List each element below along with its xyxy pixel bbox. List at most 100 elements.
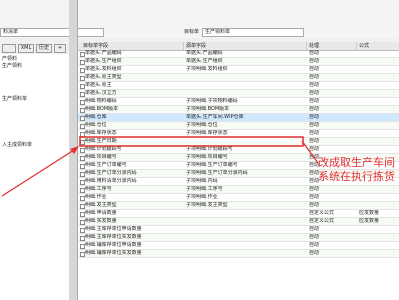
cell-target[interactable]: 明细.实发数量 <box>78 218 184 225</box>
cell-formula[interactable] <box>357 114 399 121</box>
cell-formula[interactable] <box>357 226 399 233</box>
table-row[interactable]: 明细.作业 子项明细.作业 自动 <box>78 194 399 202</box>
cell-source[interactable]: 子项明细.项目编号 <box>184 154 307 161</box>
cell-formula[interactable] <box>357 66 399 73</box>
cell-target[interactable]: 明细.用料清单分录内码 <box>78 178 184 185</box>
cell-formula[interactable] <box>357 58 399 65</box>
cell-formula[interactable] <box>357 50 399 57</box>
cell-formula[interactable] <box>357 74 399 81</box>
cell-target[interactable]: 明细.主库存单位申请数量 <box>78 226 184 233</box>
table-row[interactable]: 明细.辅库存单位实发数量 自动 <box>78 250 399 258</box>
cell-handling[interactable]: 自动 <box>307 146 357 153</box>
cell-formula[interactable] <box>357 202 399 209</box>
table-row[interactable]: 明细.仓位 子项明细.仓位 自动 <box>78 122 399 130</box>
table-row[interactable]: 明细.主库存单位申请数量 自动 <box>78 226 399 234</box>
cell-target[interactable]: 单据头.原主 <box>78 82 184 89</box>
tree-item[interactable]: 入主成领料单 <box>2 142 32 148</box>
table-row[interactable]: 明细.发主类型 子项明细.发主类型 自动 <box>78 202 399 210</box>
cell-source[interactable]: 子项明细.生产订单编号 <box>184 162 307 169</box>
cell-handling[interactable]: 自动 <box>307 74 357 81</box>
cell-formula[interactable] <box>357 234 399 241</box>
cell-formula[interactable] <box>357 90 399 97</box>
cell-source[interactable] <box>184 74 307 81</box>
cell-handling[interactable]: 自动 <box>307 66 357 73</box>
cell-target[interactable]: 明细.物料编码 <box>78 98 184 105</box>
cell-formula[interactable] <box>357 130 399 137</box>
cell-formula[interactable] <box>357 242 399 249</box>
cell-target[interactable]: 明细.库存状态 <box>78 130 184 137</box>
cell-target[interactable]: 明细.工序号 <box>78 186 184 193</box>
cell-source[interactable] <box>184 82 307 89</box>
cell-target[interactable]: 明细.申请数量 <box>78 210 184 217</box>
cell-handling[interactable]: 自定义公式 <box>307 218 357 225</box>
xml-button[interactable]: XML <box>18 44 34 53</box>
table-row[interactable]: 明细.辅库存单位申请数量 自动 <box>78 242 399 250</box>
cell-handling[interactable]: 自动 <box>307 202 357 209</box>
cell-handling[interactable]: 自动 <box>307 138 357 145</box>
cell-formula[interactable] <box>357 82 399 89</box>
cell-source[interactable]: 子项明细.计划跟踪号 <box>184 146 307 153</box>
header-source-field[interactable]: 源单字段 <box>184 42 307 50</box>
cell-source[interactable] <box>184 210 307 217</box>
header-handling[interactable]: 处理 <box>307 42 357 50</box>
cell-target[interactable]: 明细.项目编号 <box>78 154 184 161</box>
target-bill-field[interactable]: 生产领料单 <box>202 28 304 37</box>
splitter[interactable] <box>69 0 78 300</box>
cell-target[interactable]: 明细.发主类型 <box>78 202 184 209</box>
table-row[interactable]: 明细.实发数量 自定义公式 应发数量 <box>78 218 399 226</box>
cell-handling[interactable]: 自动 <box>307 90 357 97</box>
cell-source[interactable]: 单据头.生产组织 <box>184 58 307 65</box>
cell-target[interactable]: 明细.仓位 <box>78 122 184 129</box>
cell-target[interactable]: 明细.辅库存单位申请数量 <box>78 242 184 249</box>
cell-handling[interactable]: 自动 <box>307 242 357 249</box>
cell-formula[interactable]: 应发数量 <box>357 210 399 217</box>
cell-source[interactable] <box>184 90 307 97</box>
table-row[interactable]: 明细.生产日期 自动 <box>78 138 399 146</box>
cell-source[interactable]: 子项明细.发料组织 <box>184 66 307 73</box>
cell-handling[interactable]: 自动 <box>307 234 357 241</box>
header-formula[interactable]: 公式 <box>357 42 399 50</box>
table-row[interactable]: 单据头.原主 自动 <box>78 82 399 90</box>
cell-source[interactable]: 子项明细.工序号 <box>184 186 307 193</box>
cell-source[interactable] <box>184 138 307 145</box>
cell-target[interactable]: 明细.仓库 <box>78 114 184 121</box>
table-row[interactable]: 明细.申请数量 自定义公式 应发数量 <box>78 210 399 218</box>
table-row[interactable]: 单据头.生产组织 单据头.生产组织 自动 <box>78 58 399 66</box>
cell-handling[interactable]: 自动 <box>307 58 357 65</box>
cell-handling[interactable]: 自动 <box>307 106 357 113</box>
cell-target[interactable]: 明细.BOM版本 <box>78 106 184 113</box>
cell-handling[interactable]: 自动 <box>307 114 357 121</box>
cell-source[interactable] <box>184 250 307 257</box>
history-button[interactable]: 历史 <box>36 44 52 53</box>
cell-handling[interactable]: 自动 <box>307 50 357 57</box>
cell-source[interactable] <box>184 242 307 249</box>
table-row[interactable]: 明细.计划跟踪号 子项明细.计划跟踪号 自动 <box>78 146 399 154</box>
cell-source[interactable]: 子项明细.子项物料编码 <box>184 98 307 105</box>
cell-source[interactable]: 子项明细.生产订单分录内码 <box>184 170 307 177</box>
cell-formula[interactable] <box>357 106 399 113</box>
cell-source[interactable] <box>184 226 307 233</box>
cell-target[interactable]: 明细.主库存单位实发数量 <box>78 234 184 241</box>
cell-formula[interactable] <box>357 146 399 153</box>
cell-source[interactable]: 子项明细.内码 <box>184 178 307 185</box>
cell-source[interactable]: 子项明细.作业 <box>184 194 307 201</box>
tree-item[interactable]: 生产领料 <box>2 63 22 69</box>
table-row[interactable]: 明细.工序号 子项明细.工序号 自动 <box>78 186 399 194</box>
cell-formula[interactable] <box>357 186 399 193</box>
cell-target[interactable]: 明细.生产订单分录内码 <box>78 170 184 177</box>
cell-handling[interactable]: 自动 <box>307 82 357 89</box>
source-bill-field[interactable]: 料清单 <box>0 28 104 37</box>
cell-handling[interactable]: 自动 <box>307 194 357 201</box>
table-row[interactable]: 单据头.原主类型 自动 <box>78 74 399 82</box>
cell-target[interactable]: 明细.计划跟踪号 <box>78 146 184 153</box>
cell-source[interactable] <box>184 234 307 241</box>
cell-target[interactable]: 明细.辅库存单位实发数量 <box>78 250 184 257</box>
table-row[interactable]: 明细.BOM版本 子项明细.BOM版本 自动 <box>78 106 399 114</box>
cell-source[interactable] <box>184 218 307 225</box>
cell-handling[interactable]: 自动 <box>307 98 357 105</box>
cell-handling[interactable]: 自动 <box>307 186 357 193</box>
cell-target[interactable]: 明细.作业 <box>78 194 184 201</box>
add-button[interactable]: + <box>54 44 66 53</box>
table-row[interactable]: 明细.主库存单位实发数量 自动 <box>78 234 399 242</box>
header-target-field[interactable]: 目标单字段 <box>78 42 184 50</box>
